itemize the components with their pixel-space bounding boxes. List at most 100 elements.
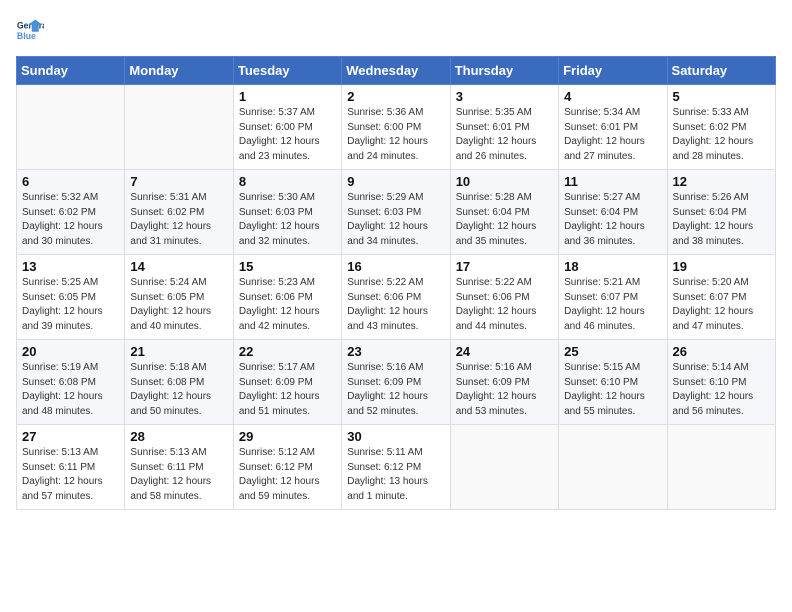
- day-number: 21: [130, 344, 227, 359]
- calendar-cell: 30 Sunrise: 5:11 AM Sunset: 6:12 PM Dayli…: [342, 425, 450, 510]
- day-header-saturday: Saturday: [667, 57, 775, 85]
- week-row-2: 6 Sunrise: 5:32 AM Sunset: 6:02 PM Daylig…: [17, 170, 776, 255]
- day-detail: Sunrise: 5:20 AM Sunset: 6:07 PM Dayligh…: [673, 276, 770, 334]
- day-detail: Sunrise: 5:36 AM Sunset: 6:00 PM Dayligh…: [347, 106, 444, 164]
- calendar-cell: 2 Sunrise: 5:36 AM Sunset: 6:00 PM Daylig…: [342, 85, 450, 170]
- calendar-cell: 5Sunrise: 5:33 AM Sunset: 6:02 PM Daylig…: [667, 85, 775, 170]
- day-detail: Sunrise: 5:25 AM Sunset: 6:05 PM Dayligh…: [22, 276, 119, 334]
- calendar-cell: 3Sunrise: 5:35 AM Sunset: 6:01 PM Daylig…: [450, 85, 558, 170]
- day-number: 8: [239, 174, 336, 189]
- day-number: 22: [239, 344, 336, 359]
- day-number: 2: [347, 89, 444, 104]
- day-detail: Sunrise: 5:17 AM Sunset: 6:09 PM Dayligh…: [239, 361, 336, 419]
- logo: General Blue: [16, 16, 50, 44]
- day-number: 18: [564, 259, 661, 274]
- calendar-cell: 19Sunrise: 5:20 AM Sunset: 6:07 PM Dayli…: [667, 255, 775, 340]
- day-number: 9: [347, 174, 444, 189]
- day-number: 26: [673, 344, 770, 359]
- day-detail: Sunrise: 5:32 AM Sunset: 6:02 PM Dayligh…: [22, 191, 119, 249]
- day-detail: Sunrise: 5:24 AM Sunset: 6:05 PM Dayligh…: [130, 276, 227, 334]
- day-detail: Sunrise: 5:21 AM Sunset: 6:07 PM Dayligh…: [564, 276, 661, 334]
- day-number: 4: [564, 89, 661, 104]
- calendar-cell: 6 Sunrise: 5:32 AM Sunset: 6:02 PM Daylig…: [17, 170, 125, 255]
- calendar-cell: 18 Sunrise: 5:21 AM Sunset: 6:07 PM Dayli…: [559, 255, 667, 340]
- day-detail: Sunrise: 5:16 AM Sunset: 6:09 PM Dayligh…: [347, 361, 444, 419]
- day-number: 3: [456, 89, 553, 104]
- day-number: 11: [564, 174, 661, 189]
- calendar-cell: 20 Sunrise: 5:19 AM Sunset: 6:08 PM Dayli…: [17, 340, 125, 425]
- day-detail: Sunrise: 5:34 AM Sunset: 6:01 PM Dayligh…: [564, 106, 661, 164]
- calendar-cell: 22 Sunrise: 5:17 AM Sunset: 6:09 PM Dayli…: [233, 340, 341, 425]
- page-header: General Blue: [16, 16, 776, 44]
- calendar-cell: 16Sunrise: 5:22 AM Sunset: 6:06 PM Dayli…: [342, 255, 450, 340]
- day-detail: Sunrise: 5:26 AM Sunset: 6:04 PM Dayligh…: [673, 191, 770, 249]
- calendar-cell: 10 Sunrise: 5:28 AM Sunset: 6:04 PM Dayli…: [450, 170, 558, 255]
- week-row-1: 1Sunrise: 5:37 AM Sunset: 6:00 PM Daylig…: [17, 85, 776, 170]
- day-header-friday: Friday: [559, 57, 667, 85]
- calendar-cell: 26 Sunrise: 5:14 AM Sunset: 6:10 PM Dayli…: [667, 340, 775, 425]
- day-detail: Sunrise: 5:29 AM Sunset: 6:03 PM Dayligh…: [347, 191, 444, 249]
- day-number: 13: [22, 259, 119, 274]
- day-detail: Sunrise: 5:15 AM Sunset: 6:10 PM Dayligh…: [564, 361, 661, 419]
- calendar-cell: [125, 85, 233, 170]
- calendar-cell: 12 Sunrise: 5:26 AM Sunset: 6:04 PM Dayli…: [667, 170, 775, 255]
- calendar-cell: [450, 425, 558, 510]
- calendar-cell: 27 Sunrise: 5:13 AM Sunset: 6:11 PM Dayli…: [17, 425, 125, 510]
- day-detail: Sunrise: 5:23 AM Sunset: 6:06 PM Dayligh…: [239, 276, 336, 334]
- calendar-cell: 17Sunrise: 5:22 AM Sunset: 6:06 PM Dayli…: [450, 255, 558, 340]
- logo-icon: General Blue: [16, 16, 44, 44]
- week-row-4: 20 Sunrise: 5:19 AM Sunset: 6:08 PM Dayli…: [17, 340, 776, 425]
- calendar-cell: 9 Sunrise: 5:29 AM Sunset: 6:03 PM Daylig…: [342, 170, 450, 255]
- day-header-thursday: Thursday: [450, 57, 558, 85]
- day-number: 6: [22, 174, 119, 189]
- calendar-cell: 14Sunrise: 5:24 AM Sunset: 6:05 PM Dayli…: [125, 255, 233, 340]
- calendar-header-row: SundayMondayTuesdayWednesdayThursdayFrid…: [17, 57, 776, 85]
- calendar-cell: 7Sunrise: 5:31 AM Sunset: 6:02 PM Daylig…: [125, 170, 233, 255]
- day-detail: Sunrise: 5:13 AM Sunset: 6:11 PM Dayligh…: [22, 446, 119, 504]
- day-detail: Sunrise: 5:30 AM Sunset: 6:03 PM Dayligh…: [239, 191, 336, 249]
- day-detail: Sunrise: 5:22 AM Sunset: 6:06 PM Dayligh…: [456, 276, 553, 334]
- day-number: 23: [347, 344, 444, 359]
- day-detail: Sunrise: 5:33 AM Sunset: 6:02 PM Dayligh…: [673, 106, 770, 164]
- calendar-cell: 4 Sunrise: 5:34 AM Sunset: 6:01 PM Daylig…: [559, 85, 667, 170]
- day-detail: Sunrise: 5:27 AM Sunset: 6:04 PM Dayligh…: [564, 191, 661, 249]
- day-detail: Sunrise: 5:14 AM Sunset: 6:10 PM Dayligh…: [673, 361, 770, 419]
- day-number: 28: [130, 429, 227, 444]
- calendar-cell: 25 Sunrise: 5:15 AM Sunset: 6:10 PM Dayli…: [559, 340, 667, 425]
- day-number: 20: [22, 344, 119, 359]
- day-number: 27: [22, 429, 119, 444]
- week-row-5: 27 Sunrise: 5:13 AM Sunset: 6:11 PM Dayli…: [17, 425, 776, 510]
- calendar-cell: 21 Sunrise: 5:18 AM Sunset: 6:08 PM Dayli…: [125, 340, 233, 425]
- day-header-wednesday: Wednesday: [342, 57, 450, 85]
- day-detail: Sunrise: 5:11 AM Sunset: 6:12 PM Dayligh…: [347, 446, 444, 504]
- day-number: 24: [456, 344, 553, 359]
- day-number: 30: [347, 429, 444, 444]
- day-detail: Sunrise: 5:22 AM Sunset: 6:06 PM Dayligh…: [347, 276, 444, 334]
- calendar-cell: [667, 425, 775, 510]
- calendar-cell: 23 Sunrise: 5:16 AM Sunset: 6:09 PM Dayli…: [342, 340, 450, 425]
- calendar: SundayMondayTuesdayWednesdayThursdayFrid…: [16, 56, 776, 510]
- svg-text:Blue: Blue: [17, 31, 36, 41]
- svg-text:General: General: [17, 20, 44, 30]
- day-header-sunday: Sunday: [17, 57, 125, 85]
- calendar-cell: 1Sunrise: 5:37 AM Sunset: 6:00 PM Daylig…: [233, 85, 341, 170]
- day-number: 25: [564, 344, 661, 359]
- day-detail: Sunrise: 5:19 AM Sunset: 6:08 PM Dayligh…: [22, 361, 119, 419]
- day-detail: Sunrise: 5:12 AM Sunset: 6:12 PM Dayligh…: [239, 446, 336, 504]
- day-header-monday: Monday: [125, 57, 233, 85]
- day-number: 10: [456, 174, 553, 189]
- day-detail: Sunrise: 5:18 AM Sunset: 6:08 PM Dayligh…: [130, 361, 227, 419]
- calendar-cell: 29 Sunrise: 5:12 AM Sunset: 6:12 PM Dayli…: [233, 425, 341, 510]
- day-detail: Sunrise: 5:16 AM Sunset: 6:09 PM Dayligh…: [456, 361, 553, 419]
- day-number: 15: [239, 259, 336, 274]
- calendar-cell: 13 Sunrise: 5:25 AM Sunset: 6:05 PM Dayli…: [17, 255, 125, 340]
- day-detail: Sunrise: 5:37 AM Sunset: 6:00 PM Dayligh…: [239, 106, 336, 164]
- calendar-cell: 24 Sunrise: 5:16 AM Sunset: 6:09 PM Dayli…: [450, 340, 558, 425]
- week-row-3: 13 Sunrise: 5:25 AM Sunset: 6:05 PM Dayli…: [17, 255, 776, 340]
- day-header-tuesday: Tuesday: [233, 57, 341, 85]
- calendar-cell: [559, 425, 667, 510]
- day-number: 29: [239, 429, 336, 444]
- day-detail: Sunrise: 5:28 AM Sunset: 6:04 PM Dayligh…: [456, 191, 553, 249]
- day-number: 12: [673, 174, 770, 189]
- calendar-cell: 8 Sunrise: 5:30 AM Sunset: 6:03 PM Daylig…: [233, 170, 341, 255]
